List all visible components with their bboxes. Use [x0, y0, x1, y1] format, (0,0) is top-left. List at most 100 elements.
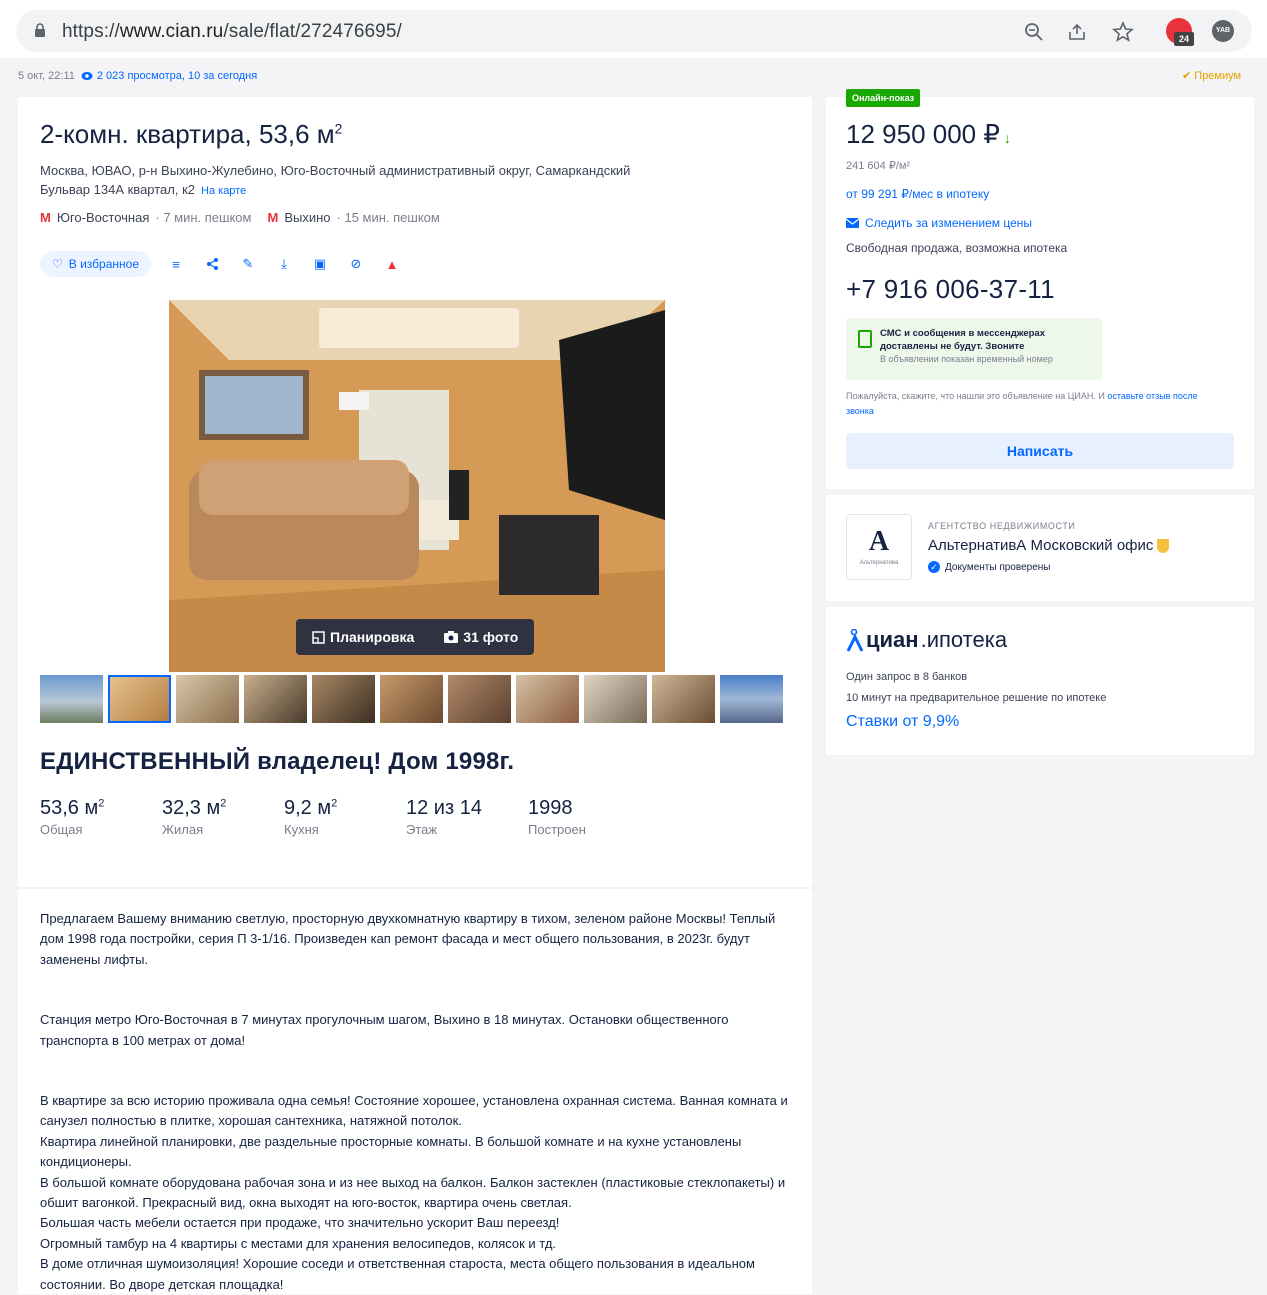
agency-logo-caption: Альтернатива [859, 560, 899, 566]
listing-address: Москва, ЮВАО, р-н Выхино-Жулебино, Юго-В… [40, 161, 640, 201]
hide-listing-icon[interactable]: ⊘ [345, 253, 367, 275]
metro-icon: M [267, 210, 279, 225]
logo-ipoteka-text: .ипотека [920, 627, 1008, 652]
description-paragraph: Предлагаем Вашему вниманию светлую, прос… [40, 911, 776, 967]
thumbnail[interactable] [176, 675, 239, 723]
phone-number[interactable]: +7 916 006-37-11 [846, 274, 1055, 305]
heart-icon: ♡ [52, 257, 63, 271]
all-photos-button[interactable]: 31 фото [444, 629, 518, 645]
floorplan-icon [312, 630, 325, 644]
notice-text: Пожалуйста, скажите, что нашли это объяв… [846, 391, 1108, 401]
thumbnail[interactable] [244, 675, 307, 723]
address-text: Москва, ЮВАО, р-н Выхино-Жулебино, Юго-В… [40, 163, 631, 197]
browser-toolbar: https://www.cian.ru/sale/flat/272476695/… [0, 0, 1267, 58]
lock-icon [35, 23, 45, 37]
edit-note-icon[interactable]: ✎ [237, 253, 259, 275]
metro-station-2[interactable]: Выхино [284, 210, 330, 225]
thumbnail[interactable] [720, 675, 783, 723]
agency-logo-letter: А [868, 526, 890, 557]
thumbnail[interactable] [584, 675, 647, 723]
agency-logo[interactable]: А Альтернатива [846, 514, 912, 580]
photo-thumbnails [40, 675, 783, 723]
listing-title: 2-комн. квартира, 53,6 м2 [40, 119, 343, 149]
description-paragraph: В квартире за всю историю проживала одна… [40, 1093, 788, 1129]
url-path: /sale/flat/272476695/ [223, 21, 402, 42]
spec-total-area: 53,6 м2 Общая [40, 797, 105, 837]
bookmark-star-icon[interactable] [1111, 20, 1135, 44]
main-photo[interactable] [169, 300, 665, 672]
mortgage-link[interactable]: от 99 291 ₽/мес в ипотеку [846, 187, 989, 201]
description-paragraph: В большой комнате оборудована рабочая зо… [40, 1174, 786, 1211]
report-icon[interactable]: ▲ [381, 253, 403, 275]
premium-link[interactable]: ✔ Премиум [1182, 69, 1241, 82]
room-photo-image [169, 300, 665, 672]
agency-name[interactable]: АльтернативА Московский офис [928, 537, 1170, 554]
description-paragraph: Большая часть мебели остается при продаж… [40, 1215, 560, 1231]
agency-card: А Альтернатива АГЕНТСТВО НЕДВИЖИМОСТИ Ал… [826, 495, 1254, 601]
address-bar[interactable]: https://www.cian.ru/sale/flat/272476695/… [16, 10, 1252, 52]
metro-station-1[interactable]: Юго-Восточная [57, 210, 150, 225]
listing-description: Предлагаем Вашему вниманию светлую, прос… [40, 909, 800, 1295]
compare-icon[interactable]: ≡ [165, 253, 187, 275]
share-icon[interactable] [201, 253, 223, 275]
thumbnail[interactable] [312, 675, 375, 723]
extension-yab-icon[interactable]: YAB [1212, 20, 1234, 42]
share-icon[interactable] [1065, 20, 1089, 44]
extension-avito-icon[interactable]: 24 [1166, 18, 1194, 46]
logo-cian-text: циан [866, 627, 919, 652]
description-paragraph: В доме отличная шумоизоляция! Хорошие со… [40, 1256, 755, 1292]
map-link[interactable]: На карте [201, 185, 246, 197]
ipoteka-line-2: 10 минут на предварительное решение по и… [846, 692, 1107, 704]
favorites-label: В избранное [68, 257, 139, 271]
floorplan-label: Планировка [330, 629, 415, 645]
sms-warning-sub: В объявлении показан временный номер [880, 354, 1053, 364]
verified-text: Документы проверены [945, 561, 1051, 573]
sale-type: Свободная продажа, возможна ипотека [846, 241, 1068, 255]
print-icon[interactable]: ▣ [309, 253, 331, 275]
watch-price-text: Следить за изменением цены [865, 216, 1033, 230]
watch-price-link[interactable]: Следить за изменением цены [846, 216, 1032, 230]
thumbnail[interactable] [516, 675, 579, 723]
phone-icon [858, 330, 872, 348]
url-text[interactable]: https://www.cian.ru/sale/flat/272476695/ [62, 21, 402, 43]
eye-icon [81, 72, 93, 80]
premium-text: Премиум [1194, 70, 1242, 82]
agency-type: АГЕНТСТВО НЕДВИЖИМОСТИ [928, 521, 1076, 531]
listing-specs: 53,6 м2 Общая 32,3 м2 Жилая 9,2 м2 Кухня… [40, 797, 650, 837]
spec-floor: 12 из 14 Этаж [406, 797, 482, 837]
listing-actions: ♡ В избранное ≡ ✎ ⤓ ▣ ⊘ ▲ [40, 251, 403, 277]
thumbnail[interactable] [652, 675, 715, 723]
views-counter[interactable]: 2 023 просмотра, 10 за сегодня [81, 70, 257, 82]
write-message-button[interactable]: Написать [846, 433, 1234, 469]
ipoteka-rate-link[interactable]: Ставки от 9,9% [846, 713, 959, 731]
zoom-icon[interactable] [1022, 20, 1046, 44]
metro-walk-2: · 15 мин. пешком [336, 210, 440, 225]
thumbnail[interactable] [448, 675, 511, 723]
cian-ipoteka-card[interactable]: циан .ипотека Один запрос в 8 банков 10 м… [826, 607, 1254, 755]
add-to-favorites-button[interactable]: ♡ В избранное [40, 251, 151, 277]
listing-headline: ЕДИНСТВЕННЫЙ владелец! Дом 1998г. [40, 748, 515, 775]
agency-verified: ✓ Документы проверены [928, 561, 1050, 573]
download-icon[interactable]: ⤓ [273, 253, 295, 275]
sms-warning: СМС и сообщения в мессенджерах доставлен… [846, 318, 1102, 380]
medal-icon [1157, 538, 1170, 553]
photos-count-label: 31 фото [463, 629, 519, 645]
price-down-arrow-icon: ↓ [1003, 130, 1011, 146]
cian-ipoteka-logo: циан .ипотека [846, 627, 1007, 653]
url-scheme: https:// [62, 21, 120, 42]
thumbnail[interactable] [380, 675, 443, 723]
price-per-m2: 241 604 ₽/м² [846, 160, 911, 172]
listing-main-card: 2-комн. квартира, 53,6 м2 Москва, ЮВАО, … [18, 97, 812, 887]
description-paragraph: Станция метро Юго-Восточная в 7 минутах … [40, 1012, 729, 1048]
spec-kitchen-area: 9,2 м2 Кухня [284, 797, 338, 837]
metro-walk-1: · 7 мин. пешком [155, 210, 252, 225]
price-card: Онлайн-показ 12 950 000 ₽ ↓ 241 604 ₽/м² … [826, 89, 1254, 489]
listing-meta: 5 окт, 22:11 2 023 просмотра, 10 за сего… [18, 70, 257, 82]
online-viewing-badge: Онлайн-показ [846, 89, 921, 107]
floorplan-button[interactable]: Планировка [312, 629, 414, 645]
cian-logo-icon [846, 629, 864, 652]
thumbnail[interactable] [40, 675, 103, 723]
thumbnail[interactable] [108, 675, 171, 723]
publish-date: 5 окт, 22:11 [18, 70, 75, 82]
views-text: 2 023 просмотра, 10 за сегодня [96, 70, 258, 82]
